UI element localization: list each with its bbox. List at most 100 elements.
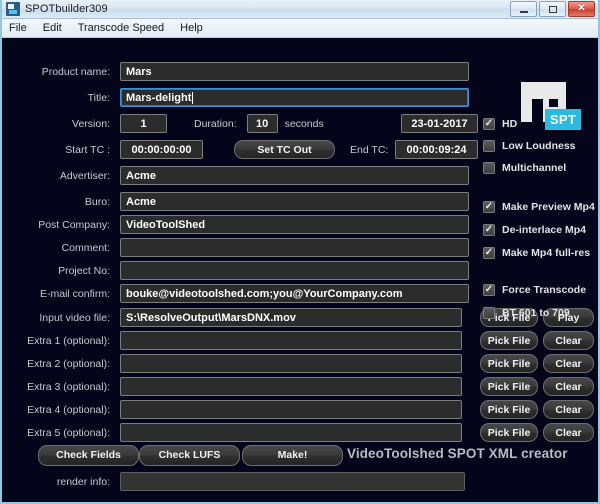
make-button[interactable]: Make! [242, 444, 343, 466]
set-tc-out-button[interactable]: Set TC Out [234, 140, 335, 159]
form-row-extra-4: Extra 4 (optional): Pick File Clear [2, 399, 598, 420]
input-version[interactable]: 1 [120, 114, 167, 133]
checkbox-low-loudness-box[interactable] [483, 140, 495, 152]
label-project-no: Project No: [58, 264, 110, 277]
label-product-name: Product name: [41, 65, 110, 78]
input-title-value: Mars-delight [126, 91, 192, 104]
label-email-confirm: E-mail confirm: [39, 287, 110, 300]
action-button-row: Check Fields Check LUFS Make! VideoTools… [2, 443, 598, 467]
checkbox-multichannel[interactable]: Multichannel [483, 160, 566, 176]
label-buro: Buro: [84, 195, 110, 208]
checkbox-hd-label: HD [502, 118, 518, 130]
input-start-tc[interactable]: 00:00:00:00 [120, 140, 203, 159]
checkbox-force-transcode-box[interactable]: ✓ [483, 284, 495, 296]
checkbox-make-mp4-full-res-box[interactable]: ✓ [483, 247, 495, 259]
input-extra-2[interactable] [120, 354, 462, 373]
checkbox-bt-601-to-709-box[interactable] [483, 307, 495, 319]
input-comment[interactable] [120, 238, 469, 257]
pick-file-button-extra-2[interactable]: Pick File [480, 354, 538, 373]
input-date[interactable]: 23-01-2017 [401, 114, 478, 133]
menu-item-transcode-speed[interactable]: Transcode Speed [78, 22, 164, 34]
clear-button-extra-3[interactable]: Clear [543, 377, 594, 396]
maximize-button[interactable] [539, 1, 566, 17]
checkbox-bt-601-to-709-label: BT 601 to 709 [502, 307, 570, 319]
pick-file-button-extra-4[interactable]: Pick File [480, 400, 538, 419]
checkbox-make-preview-mp4[interactable]: ✓ Make Preview Mp4 [483, 199, 595, 215]
label-extra-4: Extra 4 (optional): [27, 403, 110, 416]
close-button[interactable]: ✕ [568, 1, 595, 17]
check-mark-icon: ✓ [484, 118, 494, 129]
input-extra-3[interactable] [120, 377, 462, 396]
check-mark-icon: ✓ [484, 201, 494, 212]
brand-tagline: VideoToolshed SPOT XML creator [347, 446, 568, 461]
input-buro[interactable]: Acme [120, 192, 469, 211]
window-title: SPOTbuilder309 [25, 3, 108, 15]
render-info-output [120, 472, 465, 491]
label-extra-2: Extra 2 (optional): [27, 357, 110, 370]
input-duration[interactable]: 10 [246, 114, 278, 133]
check-lufs-button[interactable]: Check LUFS [139, 444, 240, 466]
label-extra-5: Extra 5 (optional): [27, 426, 110, 439]
clear-button-extra-4[interactable]: Clear [543, 400, 594, 419]
input-project-no[interactable] [120, 261, 469, 280]
clear-button-extra-1[interactable]: Clear [543, 331, 594, 350]
input-video-file[interactable]: S:\ResolveOutput\MarsDNX.mov [120, 308, 462, 327]
app-icon [6, 2, 20, 16]
checkbox-multichannel-box[interactable] [483, 162, 495, 174]
form-row-extra-2: Extra 2 (optional): Pick File Clear [2, 353, 598, 374]
checkbox-force-transcode-label: Force Transcode [502, 284, 587, 296]
input-extra-1[interactable] [120, 331, 462, 350]
label-extra-3: Extra 3 (optional): [27, 380, 110, 393]
checkbox-hd[interactable]: ✓ HD [483, 116, 517, 132]
label-version: Version: [72, 117, 110, 130]
label-advertiser: Advertiser: [59, 169, 110, 182]
title-bar: SPOTbuilder309 ✕ [2, 0, 598, 19]
checkbox-bt-601-to-709[interactable]: BT 601 to 709 [483, 305, 570, 321]
text-caret [192, 91, 194, 104]
label-start-tc: Start TC : [65, 143, 110, 156]
input-advertiser[interactable]: Acme [120, 166, 469, 185]
client-area: SPT Product name: Mars Title: Mars-delig… [2, 39, 598, 502]
menu-item-file[interactable]: File [9, 22, 27, 34]
input-post-company[interactable]: VideoToolShed [120, 215, 469, 234]
clear-button-extra-2[interactable]: Clear [543, 354, 594, 373]
check-mark-icon: ✓ [484, 284, 494, 295]
form-row-extra-1: Extra 1 (optional): Pick File Clear [2, 330, 598, 351]
pick-file-button-extra-3[interactable]: Pick File [480, 377, 538, 396]
input-email-confirm[interactable]: bouke@videotoolshed.com;you@YourCompany.… [120, 284, 469, 303]
form-row-title: Title: Mars-delight [2, 87, 598, 108]
checkbox-low-loudness-label: Low Loudness [502, 140, 576, 152]
check-fields-button[interactable]: Check Fields [38, 444, 139, 466]
input-product-name[interactable]: Mars [120, 62, 469, 81]
check-mark-icon: ✓ [484, 247, 494, 258]
menu-item-help[interactable]: Help [180, 22, 203, 34]
checkbox-multichannel-label: Multichannel [502, 162, 567, 174]
input-title[interactable]: Mars-delight [120, 88, 469, 107]
input-extra-5[interactable] [120, 423, 462, 442]
label-duration: Duration: [194, 117, 237, 130]
checkbox-make-preview-mp4-label: Make Preview Mp4 [502, 201, 595, 213]
menu-item-edit[interactable]: Edit [43, 22, 62, 34]
label-render-info: render info: [56, 475, 110, 488]
label-extra-1: Extra 1 (optional): [27, 334, 110, 347]
checkbox-force-transcode[interactable]: ✓ Force Transcode [483, 282, 586, 298]
input-extra-4[interactable] [120, 400, 462, 419]
form-row-extra-3: Extra 3 (optional): Pick File Clear [2, 376, 598, 397]
label-comment: Comment: [61, 241, 110, 254]
pick-file-button-extra-5[interactable]: Pick File [480, 423, 538, 442]
checkbox-low-loudness[interactable]: Low Loudness [483, 138, 576, 154]
checkbox-make-mp4-full-res-label: Make Mp4 full-res [502, 247, 591, 259]
minimize-button[interactable] [510, 1, 537, 17]
pick-file-button-extra-1[interactable]: Pick File [480, 331, 538, 350]
checkbox-make-preview-mp4-box[interactable]: ✓ [483, 201, 495, 213]
label-seconds: seconds [284, 117, 324, 130]
checkbox-de-interlace-mp4[interactable]: ✓ De-interlace Mp4 [483, 222, 586, 238]
clear-button-extra-5[interactable]: Clear [543, 423, 594, 442]
form-row-product-name: Product name: Mars [2, 61, 598, 82]
checkbox-hd-box[interactable]: ✓ [483, 118, 495, 130]
checkbox-make-mp4-full-res[interactable]: ✓ Make Mp4 full-res [483, 245, 590, 261]
checkbox-de-interlace-mp4-box[interactable]: ✓ [483, 224, 495, 236]
form-row-render-info: render info: [2, 471, 598, 492]
label-post-company: Post Company: [38, 218, 110, 231]
input-end-tc[interactable]: 00:00:09:24 [395, 140, 478, 159]
